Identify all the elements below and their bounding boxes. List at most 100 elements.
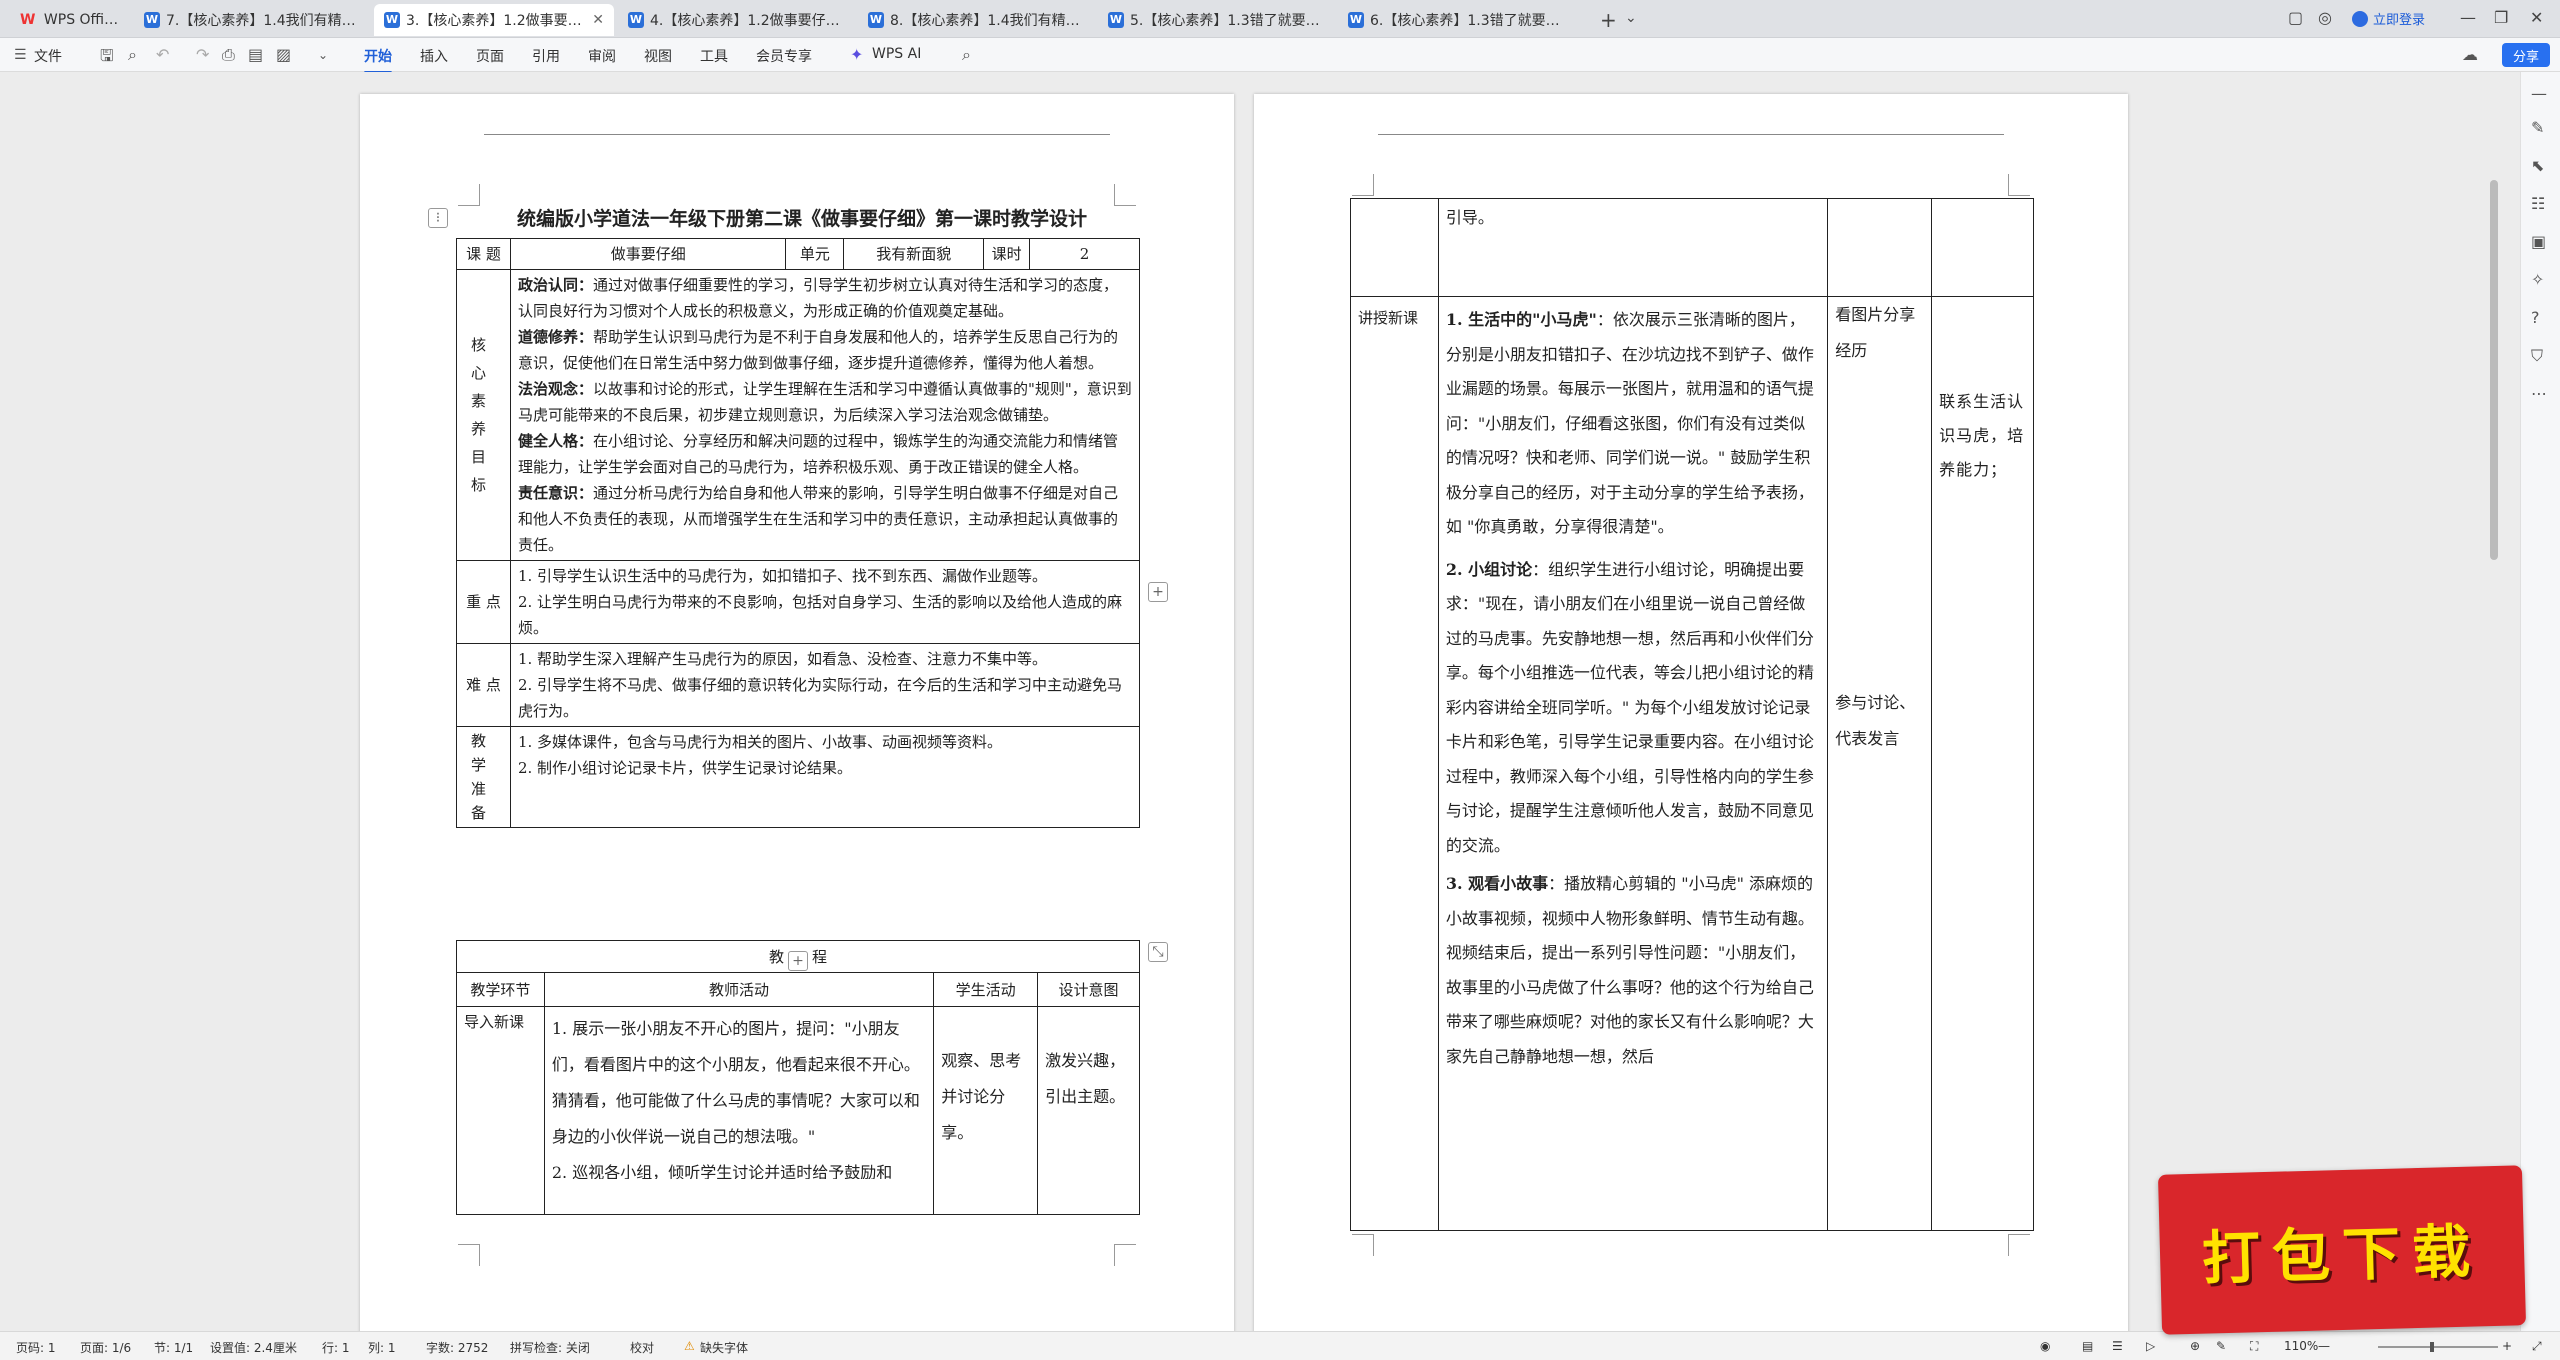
status-missing-font[interactable]: 缺失字体 xyxy=(700,1339,748,1356)
add-row-icon[interactable]: + xyxy=(788,950,808,971)
tab-insert[interactable]: 插入 xyxy=(420,46,448,66)
goal-text: 在小组讨论、分享经历和解决问题的过程中，锻炼学生的沟通交流能力和情绪管理能力，让… xyxy=(517,432,1118,476)
login-button[interactable]: 立即登录 xyxy=(2352,9,2425,28)
tab-doc[interactable]: W 7.【核心素养】1.4我们有精神 第1课 xyxy=(134,4,370,36)
add-column-icon[interactable]: + xyxy=(1148,582,1168,602)
web-view-icon[interactable]: ⊕ xyxy=(2190,1339,2200,1353)
word-doc-icon: W xyxy=(144,12,160,28)
magic-icon[interactable]: ✧ xyxy=(2531,270,2544,289)
design-intent-cell xyxy=(1931,198,2034,297)
tab-doc[interactable]: W 6.【核心素养】1.3错了就要改 第2课 xyxy=(1338,4,1574,36)
status-spellcheck[interactable]: 拼写检查: 关闭 xyxy=(510,1339,590,1356)
ribbon: ☰ 文件 🖫 ⌕ ↶ ↷ ⎙ ▤ ▨ ⌄ 开始 插入 页面 引用 审阅 视图 工… xyxy=(0,38,2560,74)
vertical-scrollbar[interactable] xyxy=(2490,180,2498,560)
print-icon[interactable]: ⎙ xyxy=(222,45,235,65)
teacher-activity-cell: 1. 展示一张小朋友不开心的图片，提问："小朋友们，看看图片中的这个小朋友，他看… xyxy=(543,1006,935,1215)
pen-icon[interactable]: ✎ xyxy=(2531,118,2544,137)
wps-ai-button[interactable]: WPS AI xyxy=(872,46,921,62)
margin-mark xyxy=(1352,1234,1374,1256)
tab-wps-home[interactable]: W WPS Office xyxy=(10,4,130,36)
student-activity-cell: 看图片分享经历 参与讨论、代表发言 xyxy=(1827,296,1933,1231)
more-options-icon[interactable]: ⋯ xyxy=(2531,384,2547,403)
item-heading: 2. 小组讨论 xyxy=(1445,559,1533,579)
zoom-slider-thumb[interactable] xyxy=(2430,1342,2434,1352)
collapse-icon[interactable]: — xyxy=(2531,84,2547,103)
close-icon[interactable]: ✕ xyxy=(592,12,604,28)
skin-icon[interactable]: ◎ xyxy=(2318,8,2332,27)
new-tab-icon[interactable]: + xyxy=(1600,8,1617,32)
picture-icon[interactable]: ▨ xyxy=(276,45,291,64)
login-label: 立即登录 xyxy=(2373,13,2426,28)
page-2: 引导。 讲授新课 1. 生活中的"小马虎"：依次展示三张清晰的图片，分别是小朋友… xyxy=(1254,94,2128,1351)
more-icon[interactable]: ⌄ xyxy=(318,48,328,62)
tab-reference[interactable]: 引用 xyxy=(532,46,560,66)
student-activity-item: 参与讨论、代表发言 xyxy=(1835,693,1916,748)
close-window-icon[interactable]: ✕ xyxy=(2530,8,2543,27)
tab-doc[interactable]: W 8.【核心素养】1.4我们有精神 第2课 xyxy=(858,4,1094,36)
wps-ai-icon: ✦ xyxy=(850,45,864,64)
redo-icon[interactable]: ↷ xyxy=(196,45,209,64)
prep-item: 1. 多媒体课件，包含与马虎行为相关的图片、小故事、动画视频等资料。 xyxy=(517,733,1003,751)
student-activity-cell: 观察、思考并讨论分享。 xyxy=(933,1006,1039,1215)
page-title: 统编版小学道法一年级下册第二课《做事要仔细》第一课时教学设计 xyxy=(516,208,1087,230)
backup-icon[interactable]: ⛉ xyxy=(2531,346,2543,366)
fullscreen-icon[interactable]: ⤢ xyxy=(2532,1339,2542,1354)
tab-doc[interactable]: W 4.【核心素养】1.2做事要仔细 第2 xyxy=(618,4,854,36)
topic-value: 做事要仔细 xyxy=(509,238,787,270)
save-icon[interactable]: 🖫 xyxy=(100,45,114,72)
share-button[interactable]: 分享 xyxy=(2502,43,2550,67)
chevron-down-icon[interactable]: ⌄ xyxy=(1625,10,1637,26)
col-header: 教学环节 xyxy=(456,972,545,1007)
status-words[interactable]: 字数: 2752 xyxy=(426,1339,488,1356)
fit-icon[interactable]: ⛶ xyxy=(2250,1339,2258,1354)
process-table-continued: 引导。 讲授新课 1. 生活中的"小马虎"：依次展示三张清晰的图片，分别是小朋友… xyxy=(1350,198,2034,1231)
goal-item: 责任意识：通过分析马虎行为给自身和他人带来的影响，引导学生明白做事不仔细是对自己… xyxy=(518,480,1132,558)
undo-icon[interactable]: ↶ xyxy=(156,45,169,64)
pdf-icon[interactable]: ▤ xyxy=(248,45,263,64)
tab-page[interactable]: 页面 xyxy=(476,46,504,66)
maximize-icon[interactable]: ❐ xyxy=(2494,8,2508,27)
tab-label: 8.【核心素养】1.4我们有精神 第2课 xyxy=(890,13,1084,29)
tab-review[interactable]: 审阅 xyxy=(588,46,616,66)
image-tool-icon[interactable]: ▣ xyxy=(2531,232,2546,251)
tab-member[interactable]: 会员专享 xyxy=(756,46,812,66)
unit-value: 我有新面貌 xyxy=(843,238,985,270)
tab-doc-active[interactable]: W 3.【核心素养】1.2做事要仔细 ✕ xyxy=(374,4,614,36)
cloud-icon[interactable]: ☁ xyxy=(2462,45,2478,64)
goal-heading: 道德修养： xyxy=(517,328,593,346)
resize-handle-icon[interactable]: ⤡ xyxy=(1148,942,1168,962)
tab-view[interactable]: 视图 xyxy=(644,46,672,66)
eye-icon[interactable]: ◉ xyxy=(2040,1339,2050,1353)
zoom-in-icon[interactable]: + xyxy=(2502,1339,2512,1353)
zoom-out-icon[interactable]: — xyxy=(2318,1339,2330,1353)
edit-icon[interactable]: ✎ xyxy=(2216,1339,2226,1353)
tab-home[interactable]: 开始 xyxy=(364,46,392,74)
find-icon[interactable]: ⌕ xyxy=(128,45,137,65)
item-heading: 3. 观看小故事 xyxy=(1445,874,1549,893)
file-menu[interactable]: 文件 xyxy=(34,46,62,66)
play-icon[interactable]: ▷ xyxy=(2146,1339,2155,1353)
key-label: 重 点 xyxy=(456,560,511,644)
tab-tools[interactable]: 工具 xyxy=(700,46,728,66)
download-banner[interactable]: 打包下载 xyxy=(2157,1165,2527,1335)
help-icon[interactable]: ? xyxy=(2531,308,2540,327)
menu-icon[interactable]: ☰ xyxy=(14,47,27,63)
outline-icon[interactable]: ☰ xyxy=(2112,1339,2123,1353)
student-activity-item: 看图片分享经历 xyxy=(1835,305,1916,360)
adjust-icon[interactable]: ☷ xyxy=(2531,194,2545,213)
layout-icon[interactable]: ▢ xyxy=(2288,8,2303,27)
minimize-icon[interactable]: — xyxy=(2460,8,2476,27)
tab-doc[interactable]: W 5.【核心素养】1.3错了就要改 第1课 xyxy=(1098,4,1334,36)
status-proof[interactable]: 校对 xyxy=(630,1339,654,1356)
select-icon[interactable]: ⬉ xyxy=(2531,156,2544,175)
status-pages[interactable]: 页面: 1/6 xyxy=(80,1339,131,1356)
search-icon[interactable]: ⌕ xyxy=(962,45,971,65)
page-view-icon[interactable]: ▤ xyxy=(2082,1339,2093,1353)
zoom-slider[interactable] xyxy=(2378,1346,2498,1348)
item-heading: 1. 生活中的"小马虎" xyxy=(1445,310,1597,329)
tab-label: WPS Office xyxy=(43,12,120,28)
status-bar: 页码: 1 页面: 1/6 节: 1/1 设置值: 2.4厘米 行: 1 列: … xyxy=(0,1331,2560,1360)
zoom-level[interactable]: 110% xyxy=(2284,1339,2318,1353)
col-header: 设计意图 xyxy=(1037,972,1140,1007)
unit-label: 单元 xyxy=(785,238,845,270)
